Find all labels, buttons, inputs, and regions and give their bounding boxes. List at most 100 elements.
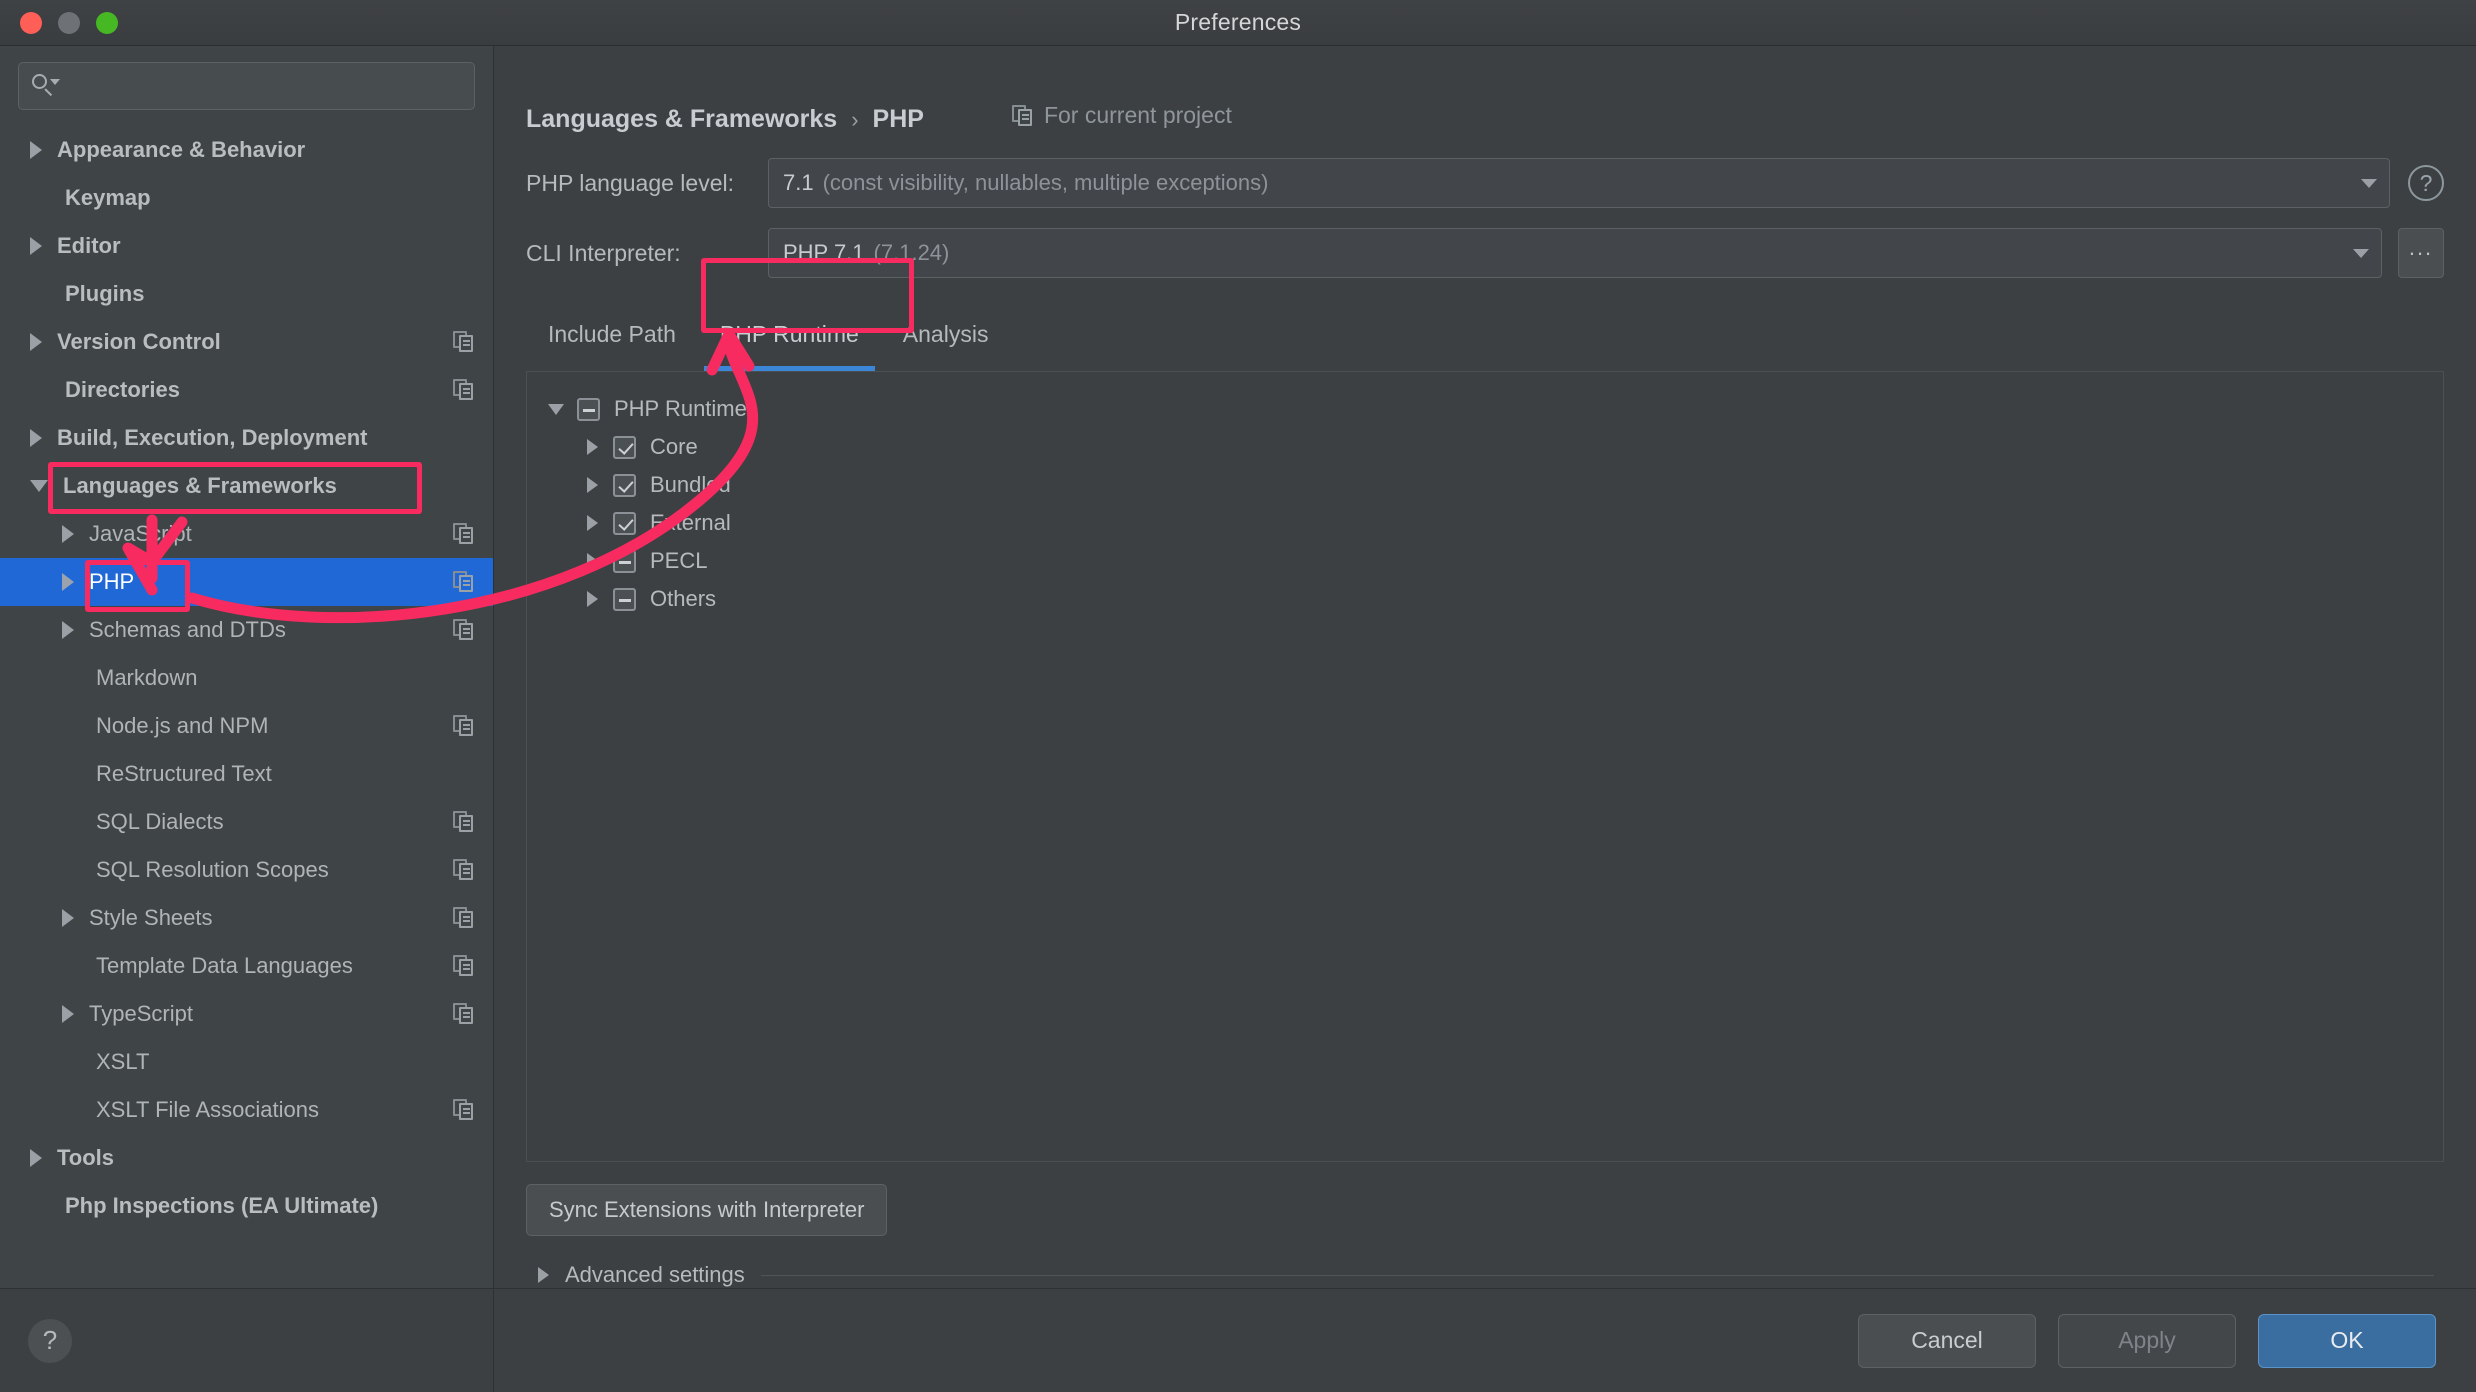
checkbox[interactable] xyxy=(613,474,636,497)
browse-interpreter-button[interactable]: ... xyxy=(2398,228,2444,278)
chevron-right-icon[interactable] xyxy=(30,237,42,255)
chevron-right-icon[interactable] xyxy=(581,515,603,531)
tab-analysis[interactable]: Analysis xyxy=(881,312,1011,371)
sync-extensions-button[interactable]: Sync Extensions with Interpreter xyxy=(526,1184,887,1236)
runtime-node-bundled[interactable]: Bundled xyxy=(545,466,2443,504)
breadcrumb-leaf: PHP xyxy=(873,105,924,134)
preferences-window: Preferences Appearance & BehaviorKeymapE… xyxy=(0,0,2476,1392)
sidebar-item-restructured-text[interactable]: ReStructured Text xyxy=(0,750,493,798)
language-level-detail: (const visibility, nullables, multiple e… xyxy=(823,170,1269,196)
sidebar-item-javascript[interactable]: JavaScript xyxy=(0,510,493,558)
sidebar-item-node-js-and-npm[interactable]: Node.js and NPM xyxy=(0,702,493,750)
chevron-right-icon[interactable] xyxy=(581,439,603,455)
chevron-right-icon[interactable] xyxy=(581,477,603,493)
chevron-right-icon[interactable] xyxy=(62,909,74,927)
sidebar-item-keymap[interactable]: Keymap xyxy=(0,174,493,222)
sidebar-item-label: Plugins xyxy=(65,281,144,307)
checkbox[interactable] xyxy=(613,512,636,535)
sidebar-item-label: XSLT xyxy=(96,1049,149,1075)
runtime-node-label: External xyxy=(650,510,731,536)
chevron-right-icon[interactable] xyxy=(30,141,42,159)
copy-icon xyxy=(453,1003,475,1025)
chevron-right-icon[interactable] xyxy=(62,621,74,639)
language-level-dropdown[interactable]: 7.1 (const visibility, nullables, multip… xyxy=(768,158,2390,208)
chevron-right-icon[interactable] xyxy=(62,525,74,543)
checkbox[interactable] xyxy=(577,398,600,421)
runtime-node-php-runtime[interactable]: PHP Runtime xyxy=(545,390,2443,428)
php-runtime-panel: PHP Runtime Core Bundled External PECL Others xyxy=(526,372,2444,1162)
chevron-down-icon[interactable] xyxy=(545,404,567,415)
sidebar-item-xslt[interactable]: XSLT xyxy=(0,1038,493,1086)
runtime-node-pecl[interactable]: PECL xyxy=(545,542,2443,580)
sidebar-item-label: Languages & Frameworks xyxy=(63,473,337,499)
sidebar-item-label: TypeScript xyxy=(89,1001,193,1027)
sidebar-item-appearance-behavior[interactable]: Appearance & Behavior xyxy=(0,126,493,174)
search-input[interactable] xyxy=(63,75,462,98)
sidebar-item-label: Directories xyxy=(65,377,180,403)
help-button[interactable]: ? xyxy=(28,1319,72,1363)
search-box[interactable] xyxy=(18,62,475,110)
sidebar-item-label: Markdown xyxy=(96,665,197,691)
window-body: Appearance & Behavior KeymapEditor Plugins… xyxy=(0,46,2476,1392)
search-icon xyxy=(31,73,57,99)
advanced-settings-row[interactable]: Advanced settings xyxy=(494,1236,2476,1288)
runtime-node-others[interactable]: Others xyxy=(545,580,2443,618)
runtime-node-label: Others xyxy=(650,586,716,612)
runtime-node-core[interactable]: Core xyxy=(545,428,2443,466)
chevron-right-icon[interactable] xyxy=(581,591,603,607)
title-bar: Preferences xyxy=(0,0,2476,46)
copy-icon xyxy=(453,1099,475,1121)
copy-icon xyxy=(453,715,475,737)
sidebar-item-typescript[interactable]: TypeScript xyxy=(0,990,493,1038)
sidebar-item-php[interactable]: PHP xyxy=(0,558,493,606)
sidebar-item-plugins[interactable]: Plugins xyxy=(0,270,493,318)
checkbox[interactable] xyxy=(613,436,636,459)
checkbox[interactable] xyxy=(613,588,636,611)
sidebar-item-schemas-and-dtds[interactable]: Schemas and DTDs xyxy=(0,606,493,654)
chevron-right-icon[interactable] xyxy=(62,1005,74,1023)
chevron-right-icon[interactable] xyxy=(62,573,74,591)
chevron-right-icon xyxy=(538,1267,549,1283)
chevron-down-icon[interactable] xyxy=(30,480,48,492)
sidebar-item-php-inspections-ea-ultimate[interactable]: Php Inspections (EA Ultimate) xyxy=(0,1182,493,1230)
advanced-settings-label: Advanced settings xyxy=(565,1262,745,1288)
sidebar-item-directories[interactable]: Directories xyxy=(0,366,493,414)
sidebar-item-version-control[interactable]: Version Control xyxy=(0,318,493,366)
ok-button[interactable]: OK xyxy=(2258,1314,2436,1368)
sidebar-item-editor[interactable]: Editor xyxy=(0,222,493,270)
sidebar-item-label: Version Control xyxy=(57,329,221,355)
help-icon[interactable]: ? xyxy=(2408,165,2444,201)
cli-interpreter-dropdown[interactable]: PHP 7.1 (7.1.24) xyxy=(768,228,2382,278)
window-title: Preferences xyxy=(0,9,2476,36)
runtime-node-label: Core xyxy=(650,434,698,460)
chevron-right-icon[interactable] xyxy=(581,553,603,569)
runtime-node-label: PHP Runtime xyxy=(614,396,747,422)
checkbox[interactable] xyxy=(613,550,636,573)
sidebar-item-sql-resolution-scopes[interactable]: SQL Resolution Scopes xyxy=(0,846,493,894)
cancel-button[interactable]: Cancel xyxy=(1858,1314,2036,1368)
chevron-right-icon[interactable] xyxy=(30,333,42,351)
tab-php-runtime[interactable]: PHP Runtime xyxy=(698,312,881,371)
tab-include-path[interactable]: Include Path xyxy=(526,312,698,371)
sidebar-item-build-execution-deployment[interactable]: Build, Execution, Deployment xyxy=(0,414,493,462)
chevron-down-icon xyxy=(2361,179,2377,188)
scope-label: For current project xyxy=(1044,102,1232,129)
chevron-right-icon[interactable] xyxy=(30,429,42,447)
runtime-node-external[interactable]: External xyxy=(545,504,2443,542)
copy-icon xyxy=(453,379,475,401)
scope-indicator: For current project xyxy=(1012,102,1232,129)
sidebar-item-languages-frameworks[interactable]: Languages & Frameworks xyxy=(0,462,493,510)
chevron-right-icon[interactable] xyxy=(30,1149,42,1167)
sidebar-item-sql-dialects[interactable]: SQL Dialects xyxy=(0,798,493,846)
copy-icon xyxy=(453,571,475,593)
breadcrumb-root[interactable]: Languages & Frameworks xyxy=(526,105,837,134)
tab-label: Analysis xyxy=(903,321,989,348)
chevron-down-icon xyxy=(2353,249,2369,258)
sidebar-item-style-sheets[interactable]: Style Sheets xyxy=(0,894,493,942)
sidebar-item-xslt-file-associations[interactable]: XSLT File Associations xyxy=(0,1086,493,1134)
sidebar-item-label: Style Sheets xyxy=(89,905,213,931)
sidebar-item-template-data-languages[interactable]: Template Data Languages xyxy=(0,942,493,990)
sidebar-item-tools[interactable]: Tools xyxy=(0,1134,493,1182)
sidebar-item-markdown[interactable]: Markdown xyxy=(0,654,493,702)
sidebar-item-label: Appearance & Behavior xyxy=(57,137,305,163)
